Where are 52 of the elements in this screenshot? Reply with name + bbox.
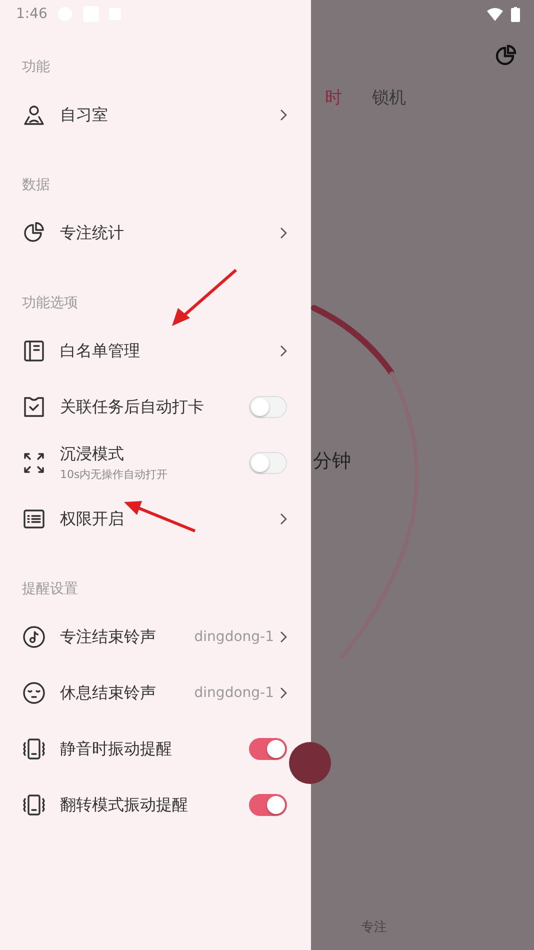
item-value: dingdong-1 bbox=[194, 629, 274, 645]
item-label: 沉浸模式 bbox=[60, 444, 124, 465]
item-label: 休息结束铃声 bbox=[60, 682, 156, 704]
book-icon bbox=[22, 339, 46, 363]
section-header: 数据 bbox=[22, 176, 51, 195]
menu-item[interactable]: 休息结束铃声 dingdong-1 bbox=[22, 668, 287, 718]
menu-item[interactable]: 静音时振动提醒 bbox=[22, 724, 287, 774]
item-label: 专注统计 bbox=[60, 222, 124, 244]
item-subtitle: 10s内无操作自动打开 bbox=[60, 467, 168, 482]
toggle-switch[interactable] bbox=[249, 738, 287, 760]
menu-item[interactable]: 专注统计 bbox=[22, 208, 287, 258]
list-icon bbox=[22, 507, 46, 531]
section-header: 提醒设置 bbox=[22, 580, 79, 599]
chevron-icon bbox=[280, 631, 287, 643]
timer-unit: 分钟 bbox=[313, 449, 351, 474]
menu-item[interactable]: 自习室 bbox=[22, 90, 287, 140]
toggle-switch[interactable] bbox=[249, 794, 287, 816]
menu-item[interactable]: 翻转模式振动提醒 bbox=[22, 780, 287, 830]
chevron-icon bbox=[280, 345, 287, 357]
vibrating-phone-icon bbox=[22, 793, 46, 817]
item-label: 关联任务后自动打卡 bbox=[60, 396, 204, 418]
chevron-icon bbox=[280, 227, 287, 239]
menu-item[interactable]: 白名单管理 bbox=[22, 326, 287, 376]
calendar-check-icon bbox=[22, 395, 46, 419]
wifi-icon bbox=[487, 8, 503, 20]
person-icon bbox=[22, 103, 46, 127]
menu-item[interactable]: 专注结束铃声 dingdong-1 bbox=[22, 612, 287, 662]
item-label: 自习室 bbox=[60, 104, 108, 126]
item-label: 白名单管理 bbox=[60, 340, 140, 362]
music-note-icon bbox=[22, 625, 46, 649]
annotation-arrow bbox=[170, 267, 240, 329]
chevron-icon bbox=[280, 687, 287, 699]
item-label: 专注结束铃声 bbox=[60, 626, 156, 648]
item-label: 翻转模式振动提醒 bbox=[60, 794, 188, 816]
chevron-icon bbox=[280, 109, 287, 121]
pie-chart-icon bbox=[22, 221, 46, 245]
status-time: 1:46 bbox=[16, 6, 48, 22]
expand-icon bbox=[22, 451, 46, 475]
menu-item[interactable]: 关联任务后自动打卡 bbox=[22, 382, 287, 432]
sleepy-face-icon bbox=[22, 681, 46, 705]
vibrating-phone-icon bbox=[22, 737, 46, 761]
chevron-icon bbox=[280, 513, 287, 525]
item-value: dingdong-1 bbox=[194, 685, 274, 701]
section-header: 功能选项 bbox=[22, 294, 79, 313]
menu-item[interactable]: 权限开启 bbox=[22, 494, 287, 544]
pie-chart-icon[interactable] bbox=[494, 44, 518, 68]
menu-item[interactable]: 沉浸模式 10s内无操作自动打开 bbox=[22, 438, 287, 488]
section-header: 功能 bbox=[22, 58, 51, 77]
battery-icon bbox=[511, 6, 520, 22]
start-button[interactable] bbox=[289, 742, 331, 784]
item-label: 静音时振动提醒 bbox=[60, 738, 172, 760]
item-label: 权限开启 bbox=[60, 508, 124, 530]
